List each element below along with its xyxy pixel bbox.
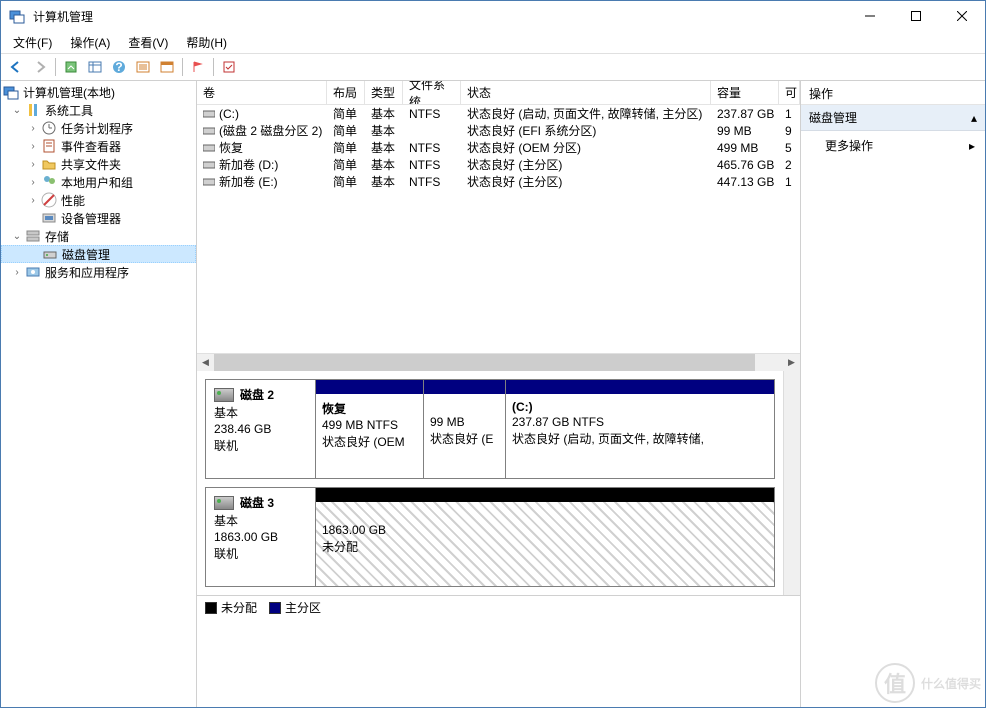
- disk3-unallocated[interactable]: 1863.00 GB 未分配: [316, 488, 774, 586]
- list-icon[interactable]: [132, 56, 154, 78]
- properties-icon[interactable]: [218, 56, 240, 78]
- disk-icon: [214, 496, 234, 510]
- tree-root[interactable]: 计算机管理(本地): [1, 83, 196, 101]
- menu-help[interactable]: 帮助(H): [178, 32, 235, 53]
- menu-bar: 文件(F) 操作(A) 查看(V) 帮助(H): [1, 31, 985, 53]
- disk-vscroll[interactable]: [783, 371, 800, 595]
- volume-row[interactable]: 新加卷 (D:)简单基本NTFS状态良好 (主分区)465.76 GB2: [197, 156, 800, 173]
- volume-row[interactable]: (磁盘 2 磁盘分区 2)简单基本状态良好 (EFI 系统分区)99 MB9: [197, 122, 800, 139]
- scroll-right-button[interactable]: ▶: [783, 354, 800, 371]
- volume-row[interactable]: 新加卷 (E:)简单基本NTFS状态良好 (主分区)447.13 GB1: [197, 173, 800, 190]
- disk2-partition-c[interactable]: (C:) 237.87 GB NTFS 状态良好 (启动, 页面文件, 故障转储…: [506, 380, 774, 478]
- col-capacity[interactable]: 容量: [711, 81, 779, 104]
- view-icon[interactable]: [84, 56, 106, 78]
- actions-panel: 操作 磁盘管理 ▴ 更多操作 ▸: [801, 81, 985, 707]
- actions-section-disk-mgmt[interactable]: 磁盘管理 ▴: [801, 105, 985, 131]
- volume-icon: [203, 143, 215, 153]
- nav-tree: 计算机管理(本地) ⌄ 系统工具 › 任务计划程序 › 事件查看器 › 共享文件…: [1, 81, 197, 707]
- disk2-partition-recovery[interactable]: 恢复 499 MB NTFS 状态良好 (OEM: [316, 380, 424, 478]
- menu-file[interactable]: 文件(F): [5, 32, 60, 53]
- volume-list-header: 卷 布局 类型 文件系统 状态 容量 可: [197, 81, 800, 105]
- window-title: 计算机管理: [33, 8, 93, 25]
- col-status[interactable]: 状态: [461, 81, 711, 104]
- tree-device-mgr[interactable]: 设备管理器: [1, 209, 196, 227]
- app-icon: [9, 8, 25, 24]
- collapse-icon: ▴: [971, 111, 977, 125]
- minimize-button[interactable]: [847, 1, 893, 31]
- menu-action[interactable]: 操作(A): [62, 32, 118, 53]
- menu-view[interactable]: 查看(V): [120, 32, 176, 53]
- tree-event-viewer[interactable]: › 事件查看器: [1, 137, 196, 155]
- expand-icon[interactable]: ›: [25, 120, 41, 136]
- disk-2-block[interactable]: 磁盘 2 基本 238.46 GB 联机 恢复 499 MB NTFS 状态良好…: [205, 379, 775, 479]
- col-volume[interactable]: 卷: [197, 81, 327, 104]
- disk-icon: [214, 388, 234, 402]
- col-fs[interactable]: 文件系统: [403, 81, 461, 104]
- tree-task-scheduler[interactable]: › 任务计划程序: [1, 119, 196, 137]
- svg-text:?: ?: [115, 60, 122, 74]
- help-icon[interactable]: ?: [108, 56, 130, 78]
- refresh-icon[interactable]: [60, 56, 82, 78]
- collapse-icon[interactable]: ⌄: [9, 102, 25, 118]
- tree-disk-mgmt[interactable]: 磁盘管理: [1, 245, 196, 263]
- volume-icon: [203, 126, 215, 136]
- tree-performance[interactable]: › 性能: [1, 191, 196, 209]
- volume-row[interactable]: (C:)简单基本NTFS状态良好 (启动, 页面文件, 故障转储, 主分区)23…: [197, 105, 800, 122]
- tree-shared-folders[interactable]: › 共享文件夹: [1, 155, 196, 173]
- col-type[interactable]: 类型: [365, 81, 403, 104]
- toolbar: ?: [1, 53, 985, 81]
- tree-services-apps[interactable]: › 服务和应用程序: [1, 263, 196, 281]
- volume-hscroll[interactable]: ◀ ▶: [197, 353, 800, 370]
- volume-icon: [203, 160, 215, 170]
- disk-layout-panel: 磁盘 2 基本 238.46 GB 联机 恢复 499 MB NTFS 状态良好…: [197, 371, 783, 595]
- disk-3-block[interactable]: 磁盘 3 基本 1863.00 GB 联机 1863.00 GB 未分配: [205, 487, 775, 587]
- detail-icon[interactable]: [156, 56, 178, 78]
- title-bar: 计算机管理: [1, 1, 985, 31]
- action-more[interactable]: 更多操作 ▸: [801, 131, 985, 160]
- actions-header: 操作: [801, 81, 985, 105]
- back-button[interactable]: [5, 56, 27, 78]
- tree-storage[interactable]: ⌄ 存储: [1, 227, 196, 245]
- volume-icon: [203, 177, 215, 187]
- volume-list: 卷 布局 类型 文件系统 状态 容量 可 (C:)简单基本NTFS状态良好 (启…: [197, 81, 800, 371]
- col-layout[interactable]: 布局: [327, 81, 365, 104]
- volume-icon: [203, 109, 215, 119]
- close-button[interactable]: [939, 1, 985, 31]
- scroll-left-button[interactable]: ◀: [197, 354, 214, 371]
- volume-row[interactable]: 恢复简单基本NTFS状态良好 (OEM 分区)499 MB5: [197, 139, 800, 156]
- legend: 未分配 主分区: [197, 595, 800, 619]
- chevron-right-icon: ▸: [969, 139, 975, 153]
- tree-local-users[interactable]: › 本地用户和组: [1, 173, 196, 191]
- col-free[interactable]: 可: [779, 81, 800, 104]
- tree-systools[interactable]: ⌄ 系统工具: [1, 101, 196, 119]
- forward-button[interactable]: [29, 56, 51, 78]
- maximize-button[interactable]: [893, 1, 939, 31]
- flag-icon[interactable]: [187, 56, 209, 78]
- disk2-partition-efi[interactable]: 99 MB 状态良好 (E: [424, 380, 506, 478]
